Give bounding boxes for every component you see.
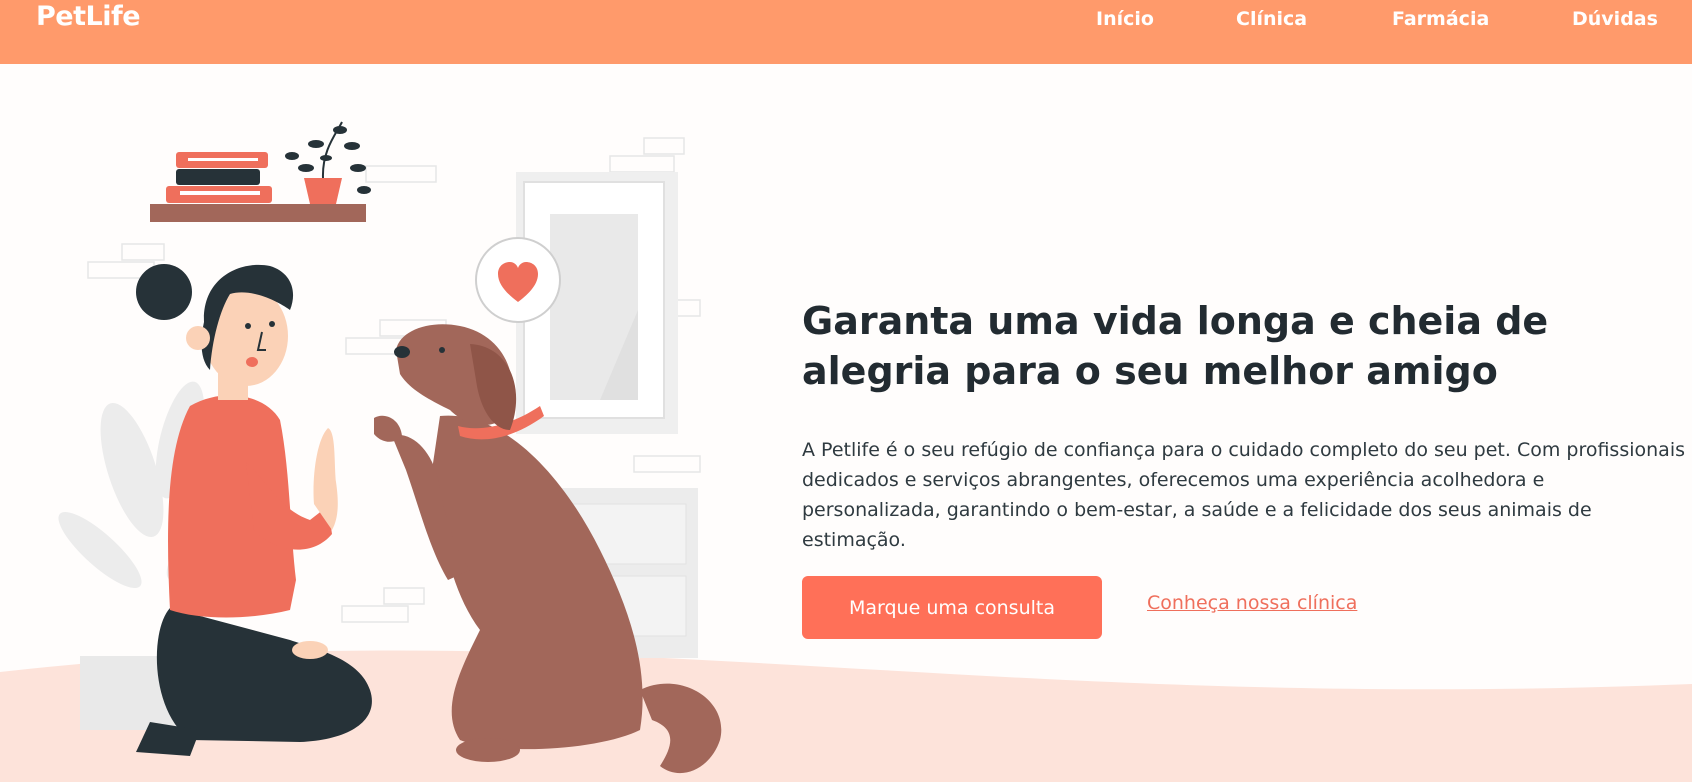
hero-description: A Petlife é o seu refúgio de confiança p… bbox=[802, 439, 1685, 551]
plant-icon bbox=[285, 121, 371, 204]
nav-link-inicio[interactable]: Início bbox=[1096, 8, 1154, 30]
woman-figure bbox=[136, 264, 372, 756]
book-appointment-button[interactable]: Marque uma consulta bbox=[802, 576, 1102, 639]
nav-link-duvidas[interactable]: Dúvidas bbox=[1572, 8, 1658, 30]
clinic-link[interactable]: Conheça nossa clínica bbox=[1147, 592, 1357, 614]
brand-logo[interactable]: PetLife bbox=[36, 1, 141, 32]
hero-title: Garanta uma vida longa e cheia de alegri… bbox=[802, 299, 1549, 393]
nav-link-clinica[interactable]: Clínica bbox=[1236, 8, 1307, 30]
top-navbar: PetLife Início Clínica Farmácia Dúvidas bbox=[0, 0, 1692, 64]
books-icon bbox=[166, 152, 272, 203]
nav-link-farmacia[interactable]: Farmácia bbox=[1392, 8, 1489, 30]
shelf bbox=[150, 121, 371, 222]
hero-illustration bbox=[58, 121, 722, 774]
